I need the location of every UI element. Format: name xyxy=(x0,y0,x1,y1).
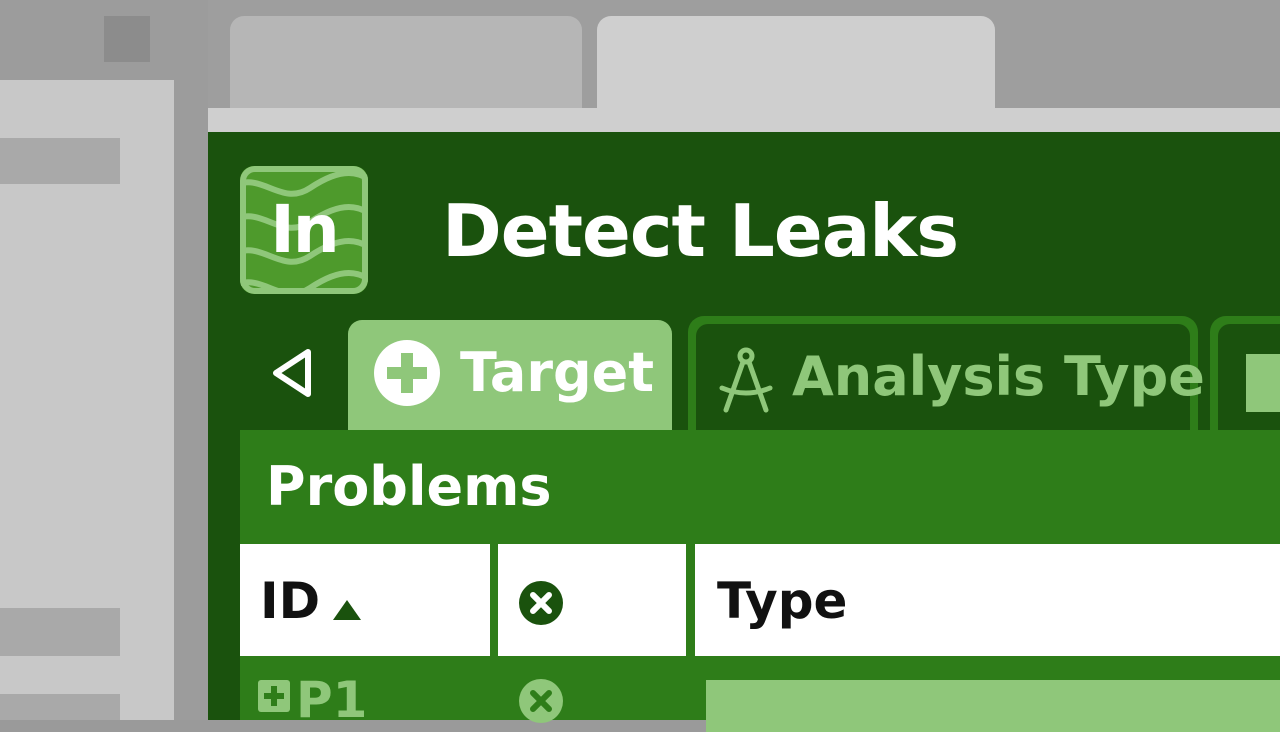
row-id: P1 xyxy=(296,671,368,729)
tab-analysis-type[interactable]: Analysis Type xyxy=(688,316,1205,430)
plus-circle-icon xyxy=(374,340,440,406)
tab-next-partial[interactable] xyxy=(1210,316,1280,430)
tab-target-label: Target xyxy=(460,341,655,404)
app-logo-text: In xyxy=(270,191,340,268)
row-type-cell xyxy=(706,680,1280,732)
window-control xyxy=(104,16,150,62)
left-panel-item xyxy=(0,608,120,656)
close-circle-icon xyxy=(519,679,563,723)
collapse-arrow-icon[interactable] xyxy=(268,346,316,400)
column-header-id[interactable]: ID xyxy=(240,544,490,656)
left-panel-item xyxy=(0,694,120,720)
background-tab[interactable] xyxy=(230,16,582,116)
column-header-id-label: ID xyxy=(260,572,321,630)
compass-icon xyxy=(719,347,773,413)
tab-analysis-type-label: Analysis Type xyxy=(792,345,1205,408)
problems-title: Problems xyxy=(266,455,552,518)
left-panel-item xyxy=(0,138,120,184)
background-tab-active[interactable] xyxy=(597,16,995,116)
tab-next-icon xyxy=(1246,354,1280,412)
app-logo-icon: In xyxy=(240,166,368,294)
window-title: Detect Leaks xyxy=(442,189,959,273)
column-header-type-label: Type xyxy=(717,572,848,630)
tab-strip-underline xyxy=(208,108,1280,132)
close-circle-icon xyxy=(519,581,563,625)
column-header-type[interactable]: Type xyxy=(695,544,1280,656)
problems-panel: Problems ID Type P1 xyxy=(240,430,1280,732)
tab-target[interactable]: Target xyxy=(348,320,672,430)
table-row[interactable]: P1 xyxy=(240,668,1280,732)
tab-next-body xyxy=(1218,324,1280,430)
sort-ascending-icon[interactable] xyxy=(332,598,362,622)
expand-plus-icon[interactable] xyxy=(258,680,290,712)
column-header-status[interactable] xyxy=(498,544,686,656)
tab-analysis-type-body: Analysis Type xyxy=(696,324,1205,430)
